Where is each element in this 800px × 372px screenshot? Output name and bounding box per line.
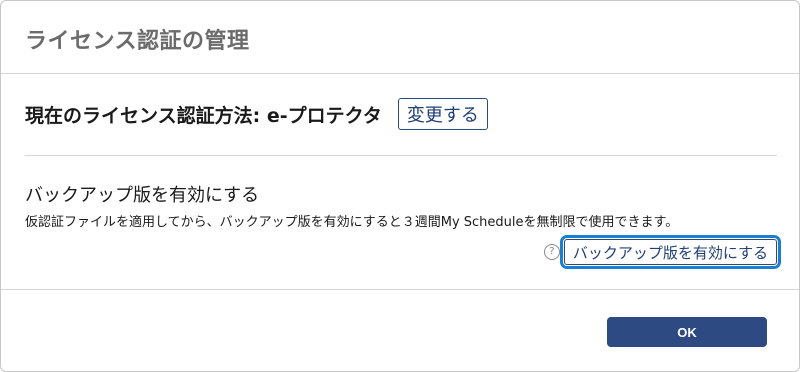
backup-action-row: ? バックアップ版を有効にする [543, 235, 782, 269]
license-dialog: ライセンス認証の管理 現在のライセンス認証方法: e-プロテクタ 変更する バッ… [0, 0, 800, 372]
section-divider [25, 155, 777, 156]
dialog-header: ライセンス認証の管理 [1, 1, 799, 74]
backup-section-title: バックアップ版を有効にする [25, 185, 260, 206]
ok-button[interactable]: OK [607, 317, 767, 347]
footer-divider [1, 289, 799, 290]
license-method-label: 現在のライセンス認証方法: e-プロテクタ [25, 104, 382, 127]
backup-section-description: 仮認証ファイルを適用してから、バックアップ版を有効にすると３週間My Sched… [25, 215, 679, 230]
change-method-button[interactable]: 変更する [397, 98, 488, 130]
help-icon[interactable]: ? [543, 244, 560, 260]
enable-backup-button[interactable]: バックアップ版を有効にする [559, 235, 782, 269]
dialog-title: ライセンス認証の管理 [25, 29, 250, 54]
license-method-row: 現在のライセンス認証方法: e-プロテクタ 変更する [25, 97, 488, 131]
